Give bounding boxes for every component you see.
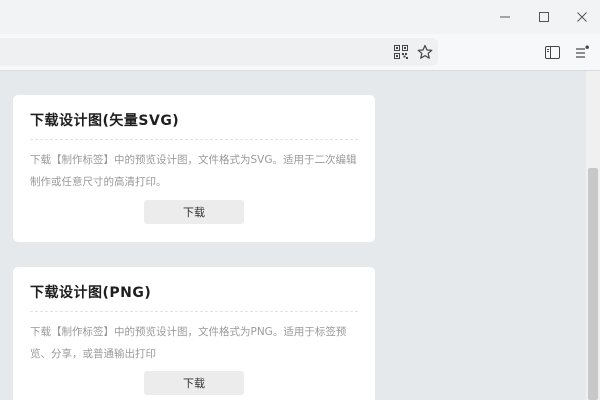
menu-icon — [576, 45, 589, 58]
sidebar-icon — [544, 45, 560, 59]
close-icon — [577, 12, 587, 22]
star-icon — [417, 44, 433, 59]
card-description: 下载【制作标签】中的预览设计图，文件格式为PNG。适用于标签预览、分享，或普通输… — [30, 326, 347, 360]
qr-code-button[interactable] — [390, 41, 412, 63]
maximize-button[interactable] — [524, 0, 564, 34]
minimize-button[interactable] — [485, 0, 525, 34]
card-title: 下载设计图(矢量SVG) — [30, 113, 180, 129]
window-titlebar — [0, 0, 600, 34]
sidebar-button[interactable] — [541, 41, 563, 63]
minimize-icon — [500, 16, 510, 18]
download-png-button[interactable]: 下载 — [144, 371, 244, 395]
download-svg-card: 下载设计图(矢量SVG) 下载【制作标签】中的预览设计图，文件格式为SVG。适用… — [13, 95, 375, 242]
download-png-card: 下载设计图(PNG) 下载【制作标签】中的预览设计图，文件格式为PNG。适用于标… — [13, 267, 375, 400]
download-svg-button[interactable]: 下载 — [144, 200, 244, 224]
card-divider — [30, 139, 358, 140]
card-title: 下载设计图(PNG) — [30, 285, 152, 301]
browser-toolbar — [0, 34, 600, 71]
page-content: 下载设计图(矢量SVG) 下载【制作标签】中的预览设计图，文件格式为SVG。适用… — [0, 71, 586, 400]
card-description: 下载【制作标签】中的预览设计图，文件格式为SVG。适用于二次编辑制作或任意尺寸的… — [30, 154, 357, 188]
vertical-scrollbar[interactable] — [586, 71, 600, 400]
address-bar[interactable] — [0, 38, 438, 66]
qr-code-icon — [394, 45, 408, 59]
favorite-button[interactable] — [414, 41, 436, 63]
maximize-icon — [539, 12, 549, 22]
menu-button[interactable] — [571, 41, 593, 63]
scrollbar-thumb[interactable] — [588, 168, 598, 400]
card-divider — [30, 311, 358, 312]
close-button[interactable] — [562, 0, 600, 34]
